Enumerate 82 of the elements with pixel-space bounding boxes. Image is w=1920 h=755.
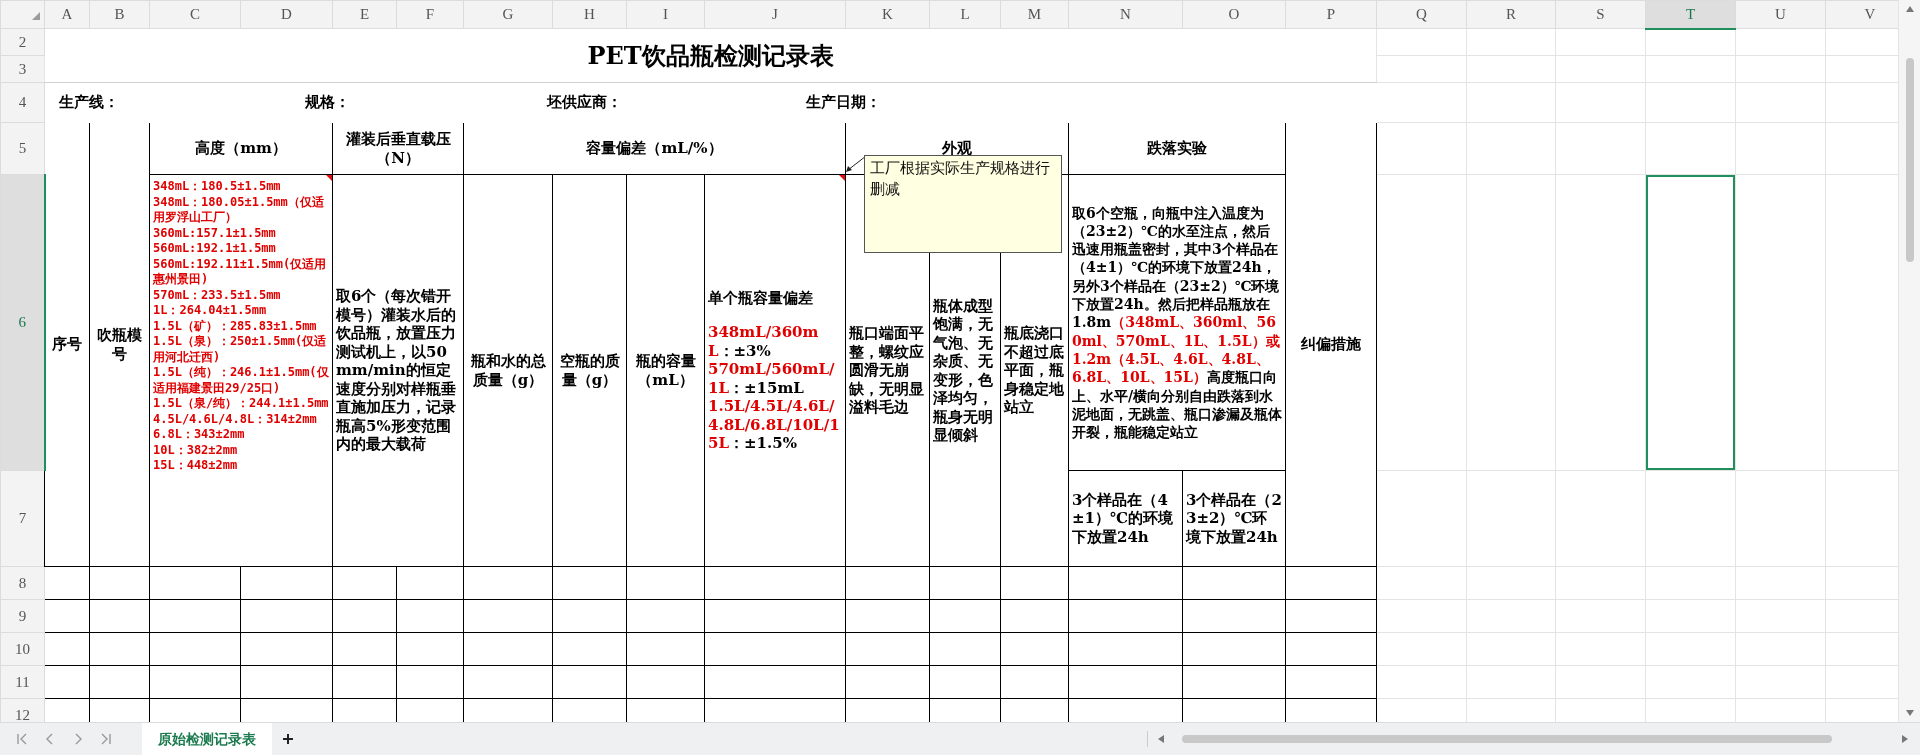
spec-text: 570mL/560mL/1L：±15mL xyxy=(708,360,836,397)
sheet-tab[interactable]: 原始检测记录表 xyxy=(142,723,272,755)
spec-text: 4.5L/4.6L/4.8L：314±2mm xyxy=(153,411,318,427)
row-header[interactable]: 9 xyxy=(0,599,45,633)
table-cell: 取6个（每次错开模号）灌装水后的饮品瓶，放置压力测试机上，以50mm/min的恒定速度分别对样瓶垂直施加压力，记录瓶高5%形变范围内的最大载荷 xyxy=(332,174,464,567)
column-header[interactable]: P xyxy=(1285,0,1377,29)
table-header-cell: 瓶的容量（mL） xyxy=(626,174,705,567)
table-header-cell: 瓶和水的总质量（g） xyxy=(463,174,553,567)
row-header[interactable]: 6 xyxy=(0,174,45,471)
column-header[interactable]: G xyxy=(463,0,553,29)
scroll-down-icon[interactable] xyxy=(1905,710,1914,716)
column-header[interactable]: L xyxy=(929,0,1001,29)
spec-text: 348mL/360mL：±3% xyxy=(708,323,820,360)
column-header[interactable]: H xyxy=(552,0,627,29)
column-header[interactable]: B xyxy=(89,0,150,29)
column-header[interactable]: K xyxy=(845,0,930,29)
last-sheet-icon[interactable] xyxy=(100,733,112,745)
column-header[interactable]: A xyxy=(44,0,90,29)
scroll-up-icon[interactable] xyxy=(1905,6,1914,12)
scroll-thumb[interactable] xyxy=(1182,735,1832,743)
add-sheet-icon[interactable] xyxy=(282,733,294,745)
column-header[interactable]: M xyxy=(1000,0,1069,29)
table-header-cell: 容量偏差（mL/%） xyxy=(463,122,846,175)
column-header[interactable]: T xyxy=(1645,0,1736,29)
spec-text: 10L：382±2mm xyxy=(153,442,239,458)
row-header[interactable]: 3 xyxy=(0,55,45,83)
column-header[interactable]: O xyxy=(1182,0,1286,29)
row-header[interactable]: 10 xyxy=(0,632,45,666)
comment-marker-icon xyxy=(326,175,332,181)
spec-text: 570mL：233.5±1.5mm xyxy=(153,287,282,303)
scroll-thumb[interactable] xyxy=(1905,58,1914,262)
comment-marker-icon xyxy=(839,175,845,181)
column-header[interactable]: Q xyxy=(1376,0,1467,29)
column-header[interactable]: S xyxy=(1555,0,1646,29)
row-header[interactable]: 5 xyxy=(0,122,45,175)
row-header[interactable]: 4 xyxy=(0,82,45,123)
spec-text: 15L：448±2mm xyxy=(153,458,239,474)
table-header-cell: 灌装后垂直载压（N） xyxy=(332,122,464,175)
row-header[interactable]: 2 xyxy=(0,28,45,56)
table-header-cell: 高度（mm） xyxy=(149,122,333,175)
spec-text: 560mL:192.11±1.5mm(仅适用惠州景田) xyxy=(153,256,328,288)
field-label: 生产线： xyxy=(44,82,241,123)
column-header[interactable]: E xyxy=(332,0,397,29)
column-header[interactable]: D xyxy=(240,0,333,29)
column-header[interactable]: R xyxy=(1466,0,1556,29)
column-header[interactable]: N xyxy=(1068,0,1183,29)
first-sheet-icon[interactable] xyxy=(16,733,28,745)
vertical-scrollbar[interactable] xyxy=(1898,0,1920,722)
spec-text: 560mL:192.1±1.5mm xyxy=(153,241,277,257)
column-header[interactable]: F xyxy=(396,0,464,29)
spec-text: 6.8L：343±2mm xyxy=(153,427,246,443)
spec-text: 1.5L（纯）：246.1±1.5mm(仅适用福建景田29/25口) xyxy=(153,365,330,396)
row-header[interactable]: 7 xyxy=(0,470,45,567)
table-cell: 3个样品在（4±1）℃的环境下放置24h xyxy=(1068,470,1183,567)
column-header[interactable]: U xyxy=(1735,0,1826,29)
spec-text: 348mL：180.5±1.5mm xyxy=(153,179,282,195)
spec-heading: 单个瓶容量偏差 xyxy=(708,288,814,307)
table-header-cell: 跌落实验 xyxy=(1068,122,1286,175)
row-header[interactable]: 8 xyxy=(0,566,45,600)
select-all-icon[interactable] xyxy=(32,12,40,20)
leader-line xyxy=(845,155,867,173)
spec-text: 1L：264.04±1.5mm xyxy=(153,303,268,319)
row-header[interactable]: 11 xyxy=(0,665,45,699)
table-header-cell: 纠偏措施 xyxy=(1285,122,1377,567)
scroll-left-icon[interactable] xyxy=(1158,735,1164,743)
spec-text: 360mL:157.1±1.5mm xyxy=(153,225,277,241)
spec-text: 348mL：180.05±1.5mm（仅适用罗浮山工厂） xyxy=(153,194,325,226)
table-header-cell: 吹瓶模号 xyxy=(89,122,150,567)
spec-text: 1.5L（矿）：285.83±1.5mm xyxy=(153,318,318,334)
column-header[interactable]: I xyxy=(626,0,705,29)
spec-text: 1.5L/4.5L/4.6L/4.8L/6.8L/10L/15L：±1.5% xyxy=(708,397,841,453)
column-header[interactable]: C xyxy=(149,0,241,29)
scroll-right-icon[interactable] xyxy=(1902,735,1908,743)
column-header[interactable]: J xyxy=(704,0,846,29)
spec-text: 1.5L（泉）：250±1.5mm(仅适用河北迁西) xyxy=(153,334,328,365)
comment-note: 工厂根据实际生产规格进行删减 xyxy=(864,155,1062,253)
spec-text: 1.5L（泉/纯）：244.1±1.5mm xyxy=(153,396,330,412)
sheet-title: PET饮品瓶检测记录表 xyxy=(44,28,1377,83)
horizontal-scrollbar[interactable] xyxy=(1147,731,1908,747)
row-header[interactable]: 12 xyxy=(0,698,45,722)
column-header[interactable]: V xyxy=(1825,0,1898,29)
table-header-cell: 空瓶的质量（g） xyxy=(552,174,627,567)
